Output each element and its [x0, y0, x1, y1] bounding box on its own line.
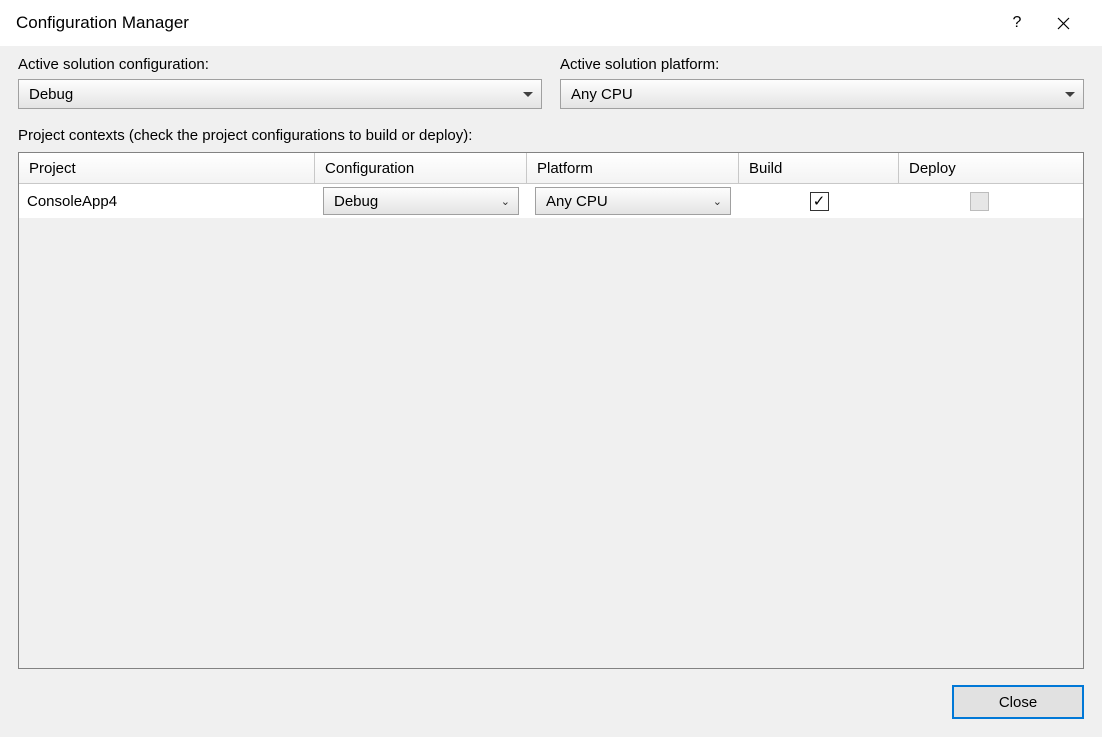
table-header: Project Configuration Platform Build Dep…	[19, 153, 1083, 184]
deploy-checkbox	[970, 192, 989, 211]
solution-platform-label: Active solution platform:	[560, 56, 1084, 73]
row-configuration-dropdown[interactable]: Debug ⌄	[323, 187, 519, 215]
chevron-down-icon: ⌄	[713, 195, 722, 208]
solution-config-label: Active solution configuration:	[18, 56, 542, 73]
solution-platform-value: Any CPU	[571, 86, 633, 103]
project-contexts-grid: Project Configuration Platform Build Dep…	[18, 152, 1084, 669]
close-window-button[interactable]	[1040, 0, 1086, 46]
column-header-platform[interactable]: Platform	[527, 153, 739, 183]
column-header-project[interactable]: Project	[19, 153, 315, 183]
table-row: ConsoleApp4 Debug ⌄ Any CPU ⌄ ✓	[19, 184, 1083, 218]
help-button[interactable]: ?	[994, 0, 1040, 46]
solution-config-value: Debug	[29, 86, 73, 103]
help-icon: ?	[1013, 14, 1022, 32]
row-platform-value: Any CPU	[546, 193, 608, 210]
column-header-configuration[interactable]: Configuration	[315, 153, 527, 183]
window-title: Configuration Manager	[16, 13, 994, 33]
solution-platform-dropdown[interactable]: Any CPU	[560, 79, 1084, 109]
row-configuration-value: Debug	[334, 193, 378, 210]
build-checkbox[interactable]: ✓	[810, 192, 829, 211]
chevron-down-icon	[523, 92, 533, 97]
close-button[interactable]: Close	[952, 685, 1084, 719]
solution-config-dropdown[interactable]: Debug	[18, 79, 542, 109]
close-icon	[1057, 17, 1070, 30]
chevron-down-icon	[1065, 92, 1075, 97]
checkmark-icon: ✓	[813, 194, 826, 209]
project-contexts-label: Project contexts (check the project conf…	[18, 127, 1084, 144]
column-header-deploy[interactable]: Deploy	[899, 153, 1059, 183]
project-name-cell: ConsoleApp4	[19, 184, 315, 218]
column-header-build[interactable]: Build	[739, 153, 899, 183]
row-platform-dropdown[interactable]: Any CPU ⌄	[535, 187, 731, 215]
chevron-down-icon: ⌄	[501, 195, 510, 208]
